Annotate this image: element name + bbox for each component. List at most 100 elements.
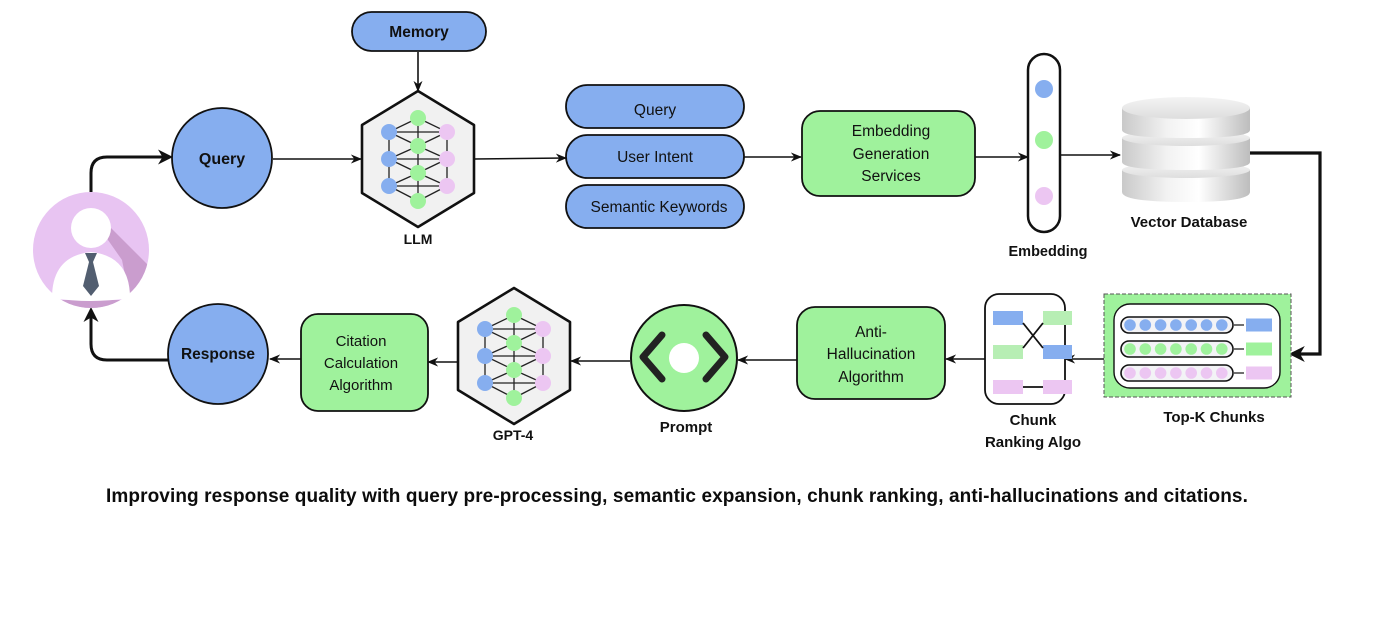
- neural-network-icon: [456, 286, 572, 426]
- network-node-green: [506, 335, 522, 351]
- anti-hallucination-line-2: Hallucination: [827, 346, 916, 363]
- network-node-green: [506, 362, 522, 378]
- user-head-icon: [71, 208, 111, 248]
- network-node-pink: [439, 178, 455, 194]
- diagram-caption: Improving response quality with query pr…: [106, 486, 1248, 507]
- network-node-green: [410, 138, 426, 154]
- chunk-token-dot: [1124, 343, 1136, 355]
- network-node-blue: [477, 321, 493, 337]
- chunk-token-dot: [1216, 343, 1228, 355]
- citation-line-2: Calculation: [324, 355, 398, 372]
- citation-line-1: Citation: [336, 333, 387, 350]
- network-node-blue: [477, 375, 493, 391]
- chunk-token-dot: [1170, 343, 1182, 355]
- chunk-token-dot: [1139, 367, 1152, 379]
- user-avatar[interactable]: [33, 192, 160, 320]
- anti-hallucination-line-3: Algorithm: [838, 369, 903, 386]
- citation-node[interactable]: Citation Calculation Algorithm: [300, 313, 429, 412]
- embedding-service-line-1: Embedding: [852, 123, 930, 140]
- chunk-token-dot: [1200, 367, 1213, 379]
- chunk-token-dot: [1154, 319, 1167, 331]
- network-node-blue: [381, 124, 397, 140]
- preprocess-query-label: Query: [634, 102, 676, 119]
- llm-node[interactable]: LLM: [360, 89, 476, 247]
- preprocess-query-pill[interactable]: Query: [565, 84, 745, 129]
- network-node-green: [410, 193, 426, 209]
- arrow-user-to-query: [89, 149, 173, 192]
- neural-network-icon: [360, 89, 476, 229]
- top-k-chunk-row: [1120, 316, 1272, 334]
- chunk-token-dot: [1124, 319, 1136, 331]
- chunk-token-dot: [1216, 367, 1228, 379]
- preprocess-user-intent-label: User Intent: [617, 149, 694, 166]
- anti-hallucination-line-1: Anti-: [855, 324, 887, 341]
- chunk-token-dot: [1185, 343, 1197, 355]
- embedding-dot-blue: [1035, 80, 1053, 98]
- preprocess-semantic-keywords-pill[interactable]: Semantic Keywords: [565, 184, 745, 229]
- top-k-chunk-row: [1120, 340, 1272, 358]
- chunk-token-dot: [1170, 319, 1182, 331]
- rag-pipeline-diagram: Query Memory LLM Query User Intent Seman…: [33, 11, 1322, 451]
- citation-line-3: Algorithm: [329, 377, 392, 394]
- response-node-label: Response: [181, 346, 255, 363]
- embedding-dot-green: [1035, 131, 1053, 149]
- network-node-pink: [535, 321, 551, 337]
- chunk-score-block: [1246, 342, 1272, 356]
- embedding-service-node[interactable]: Embedding Generation Services: [801, 110, 976, 197]
- network-node-green: [506, 390, 522, 406]
- chunk-token-dot: [1170, 367, 1182, 379]
- gpt4-node[interactable]: GPT-4: [456, 286, 572, 443]
- chunk-token-dot: [1185, 319, 1197, 331]
- vector-database-node[interactable]: Vector Database: [1122, 97, 1250, 231]
- gpt4-node-label: GPT-4: [493, 427, 534, 443]
- preprocess-user-intent-pill[interactable]: User Intent: [565, 134, 745, 179]
- memory-node[interactable]: Memory: [351, 11, 487, 52]
- response-node[interactable]: Response: [167, 303, 269, 405]
- network-node-blue: [381, 178, 397, 194]
- chunk-token-dot: [1185, 367, 1197, 379]
- top-k-chunk-row: [1120, 364, 1272, 382]
- chunk-token-dot: [1154, 343, 1167, 355]
- embedding-dot-pink: [1035, 187, 1053, 205]
- query-node-label: Query: [199, 151, 245, 168]
- chunk-token-dot: [1139, 319, 1152, 331]
- network-node-pink: [439, 151, 455, 167]
- query-node[interactable]: Query: [171, 107, 273, 209]
- chunk-token-dot: [1124, 367, 1136, 379]
- network-node-blue: [381, 151, 397, 167]
- prompt-node[interactable]: Prompt: [630, 304, 738, 436]
- top-k-chunks-node[interactable]: Top-K Chunks: [1103, 293, 1292, 426]
- preprocess-semantic-keywords-label: Semantic Keywords: [591, 199, 728, 216]
- chunk-ranking-node[interactable]: Chunk Ranking Algo: [984, 293, 1081, 451]
- top-k-chunks-label: Top-K Chunks: [1163, 409, 1264, 426]
- network-node-green: [410, 165, 426, 181]
- prompt-node-label: Prompt: [660, 419, 713, 436]
- chunk-ranking-line-2: Ranking Algo: [985, 434, 1081, 451]
- embedding-service-line-3: Services: [861, 168, 921, 185]
- top-k-chunk-rows: [1120, 316, 1272, 382]
- arrow-response-to-user: [83, 307, 168, 362]
- chunk-token-dot: [1154, 367, 1167, 379]
- network-node-pink: [535, 375, 551, 391]
- network-node-green: [506, 307, 522, 323]
- memory-node-label: Memory: [389, 24, 449, 41]
- network-node-blue: [477, 348, 493, 364]
- database-icon: [1122, 97, 1250, 202]
- arrow-llm-to-preprocess: [473, 153, 568, 163]
- chunk-token-dot: [1139, 343, 1152, 355]
- chunk-token-dot: [1200, 343, 1213, 355]
- network-node-green: [410, 110, 426, 126]
- chunk-token-dot: [1200, 319, 1213, 331]
- anti-hallucination-node[interactable]: Anti- Hallucination Algorithm: [796, 306, 946, 400]
- embedding-service-line-2: Generation: [853, 146, 930, 163]
- chunk-ranking-line-1: Chunk: [1010, 412, 1057, 429]
- network-node-pink: [439, 124, 455, 140]
- llm-node-label: LLM: [404, 231, 433, 247]
- embedding-node-label: Embedding: [1009, 244, 1088, 260]
- network-node-pink: [535, 348, 551, 364]
- chunk-score-block: [1246, 366, 1272, 380]
- vector-database-label: Vector Database: [1131, 214, 1248, 231]
- chunk-token-dot: [1216, 319, 1228, 331]
- preprocess-group: Query User Intent Semantic Keywords: [565, 84, 745, 229]
- chunk-score-block: [1246, 318, 1272, 332]
